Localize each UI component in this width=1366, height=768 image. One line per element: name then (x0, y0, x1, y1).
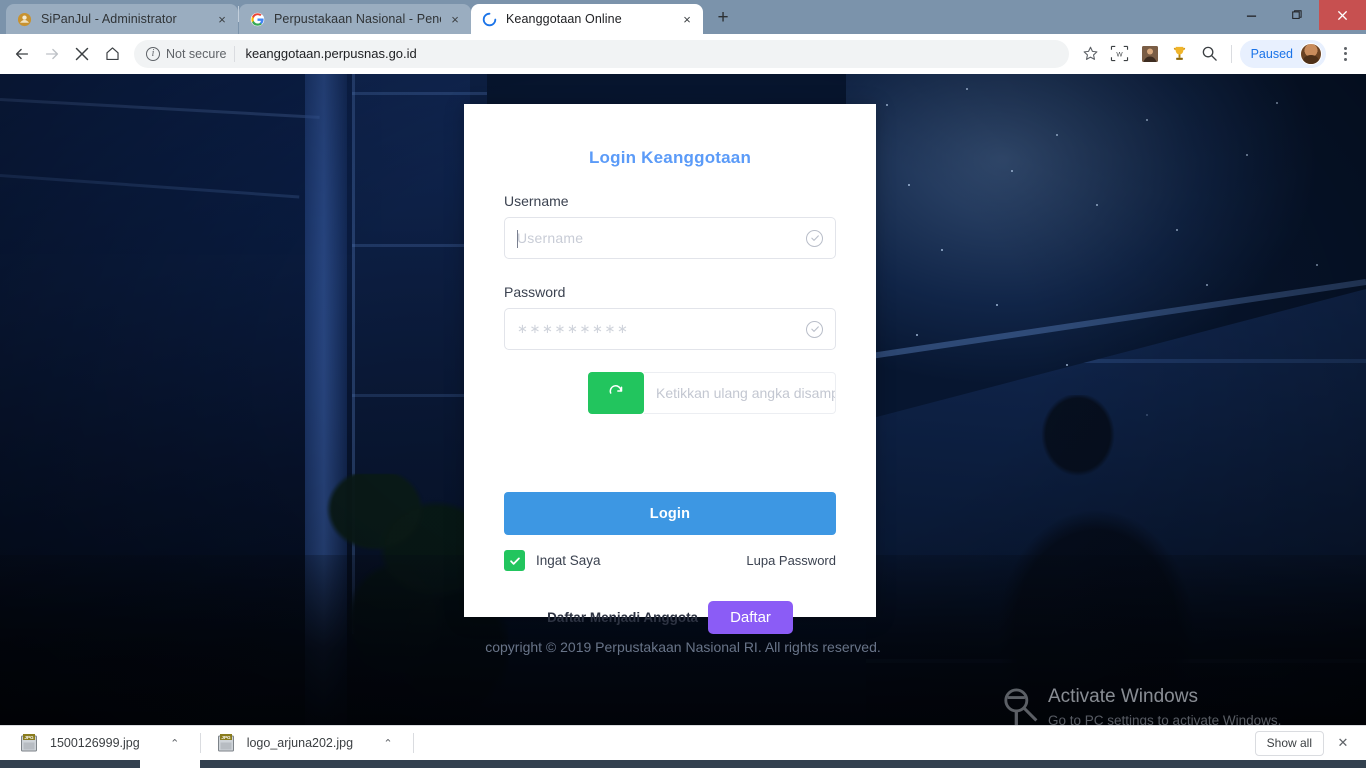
screenshot-extension-icon[interactable]: W (1107, 41, 1133, 67)
login-card: Login Keanggotaan Username Password ∗∗∗∗… (464, 104, 876, 634)
avatar (1300, 42, 1322, 65)
windows-taskbar (0, 760, 1366, 768)
shelf-divider (413, 733, 415, 753)
register-button[interactable]: Daftar (708, 601, 793, 634)
register-row: Daftar Menjadi Anggota Daftar (504, 601, 836, 634)
browser-tab-1[interactable]: SiPanJul - Administrator × (6, 4, 238, 34)
jpg-file-icon: JPG (20, 733, 38, 753)
window-controls (1229, 0, 1366, 30)
close-window-button[interactable] (1319, 0, 1366, 30)
browser-window: SiPanJul - Administrator × Perpustakaan … (0, 0, 1366, 768)
download-item-2-name: logo_arjuna202.jpg (246, 736, 354, 750)
svg-text:JPG: JPG (24, 735, 34, 740)
home-icon[interactable] (98, 40, 126, 68)
remember-me-label: Ingat Saya (536, 553, 601, 568)
browser-tab-3-close-icon[interactable]: × (679, 11, 695, 27)
shelf-divider (199, 733, 201, 753)
toolbar-divider (1230, 44, 1232, 63)
show-all-downloads-button[interactable]: Show all (1254, 730, 1324, 756)
username-label: Username (504, 193, 569, 209)
extension-icons: W (1107, 41, 1223, 67)
shelf-right-controls: Show all ✕ (1254, 730, 1358, 756)
browser-tab-3-title: Keanggotaan Online (506, 12, 622, 26)
search-extension-icon[interactable] (1197, 41, 1223, 67)
download-item-1-menu-icon[interactable]: ⌃ (166, 737, 184, 750)
login-button[interactable]: Login (504, 492, 836, 535)
password-label: Password (504, 284, 566, 300)
maximize-button[interactable] (1274, 0, 1319, 30)
download-item-2[interactable]: JPG logo_arjuna202.jpg ⌃ (205, 726, 409, 761)
info-circle-icon[interactable]: i (146, 46, 160, 61)
page-title: Login Keanggotaan (588, 148, 752, 167)
captcha-refresh-button[interactable] (588, 372, 644, 414)
trophy-extension-icon[interactable] (1167, 41, 1193, 67)
download-item-2-menu-icon[interactable]: ⌃ (379, 737, 397, 750)
loading-spinner-icon (481, 11, 497, 27)
taskbar-active-window-indicator (140, 760, 200, 768)
tab-strip: SiPanJul - Administrator × Perpustakaan … (0, 0, 1366, 34)
download-item-1-name: 1500126999.jpg (50, 736, 140, 750)
browser-tab-3[interactable]: Keanggotaan Online × (471, 4, 703, 34)
download-item-1[interactable]: JPG 1500126999.jpg ⌃ (8, 726, 196, 761)
browser-toolbar: i Not secure keanggotaan.perpusnas.go.id… (0, 34, 1366, 74)
password-field[interactable]: ∗∗∗∗∗∗∗∗∗ (504, 308, 836, 350)
check-circle-icon (806, 320, 823, 338)
captcha-input[interactable] (656, 385, 835, 401)
register-prompt-label: Daftar Menjadi Anggota (547, 610, 699, 625)
download-shelf: JPG 1500126999.jpg ⌃ JPG logo_arjuna202.… (0, 725, 1366, 760)
check-circle-icon (806, 229, 823, 247)
browser-tab-1-title: SiPanJul - Administrator (41, 12, 177, 26)
svg-text:W: W (1116, 51, 1123, 58)
username-field[interactable] (504, 217, 836, 259)
captcha-row (504, 372, 836, 414)
svg-text:JPG: JPG (221, 735, 231, 740)
sipanjul-icon (16, 11, 32, 27)
google-icon (249, 11, 265, 27)
browser-tab-1-close-icon[interactable]: × (214, 11, 230, 27)
forgot-password-link[interactable]: Lupa Password (746, 553, 836, 568)
omnibox-divider (234, 45, 236, 62)
photo-extension-icon[interactable] (1137, 41, 1163, 67)
back-icon[interactable] (8, 40, 36, 68)
address-bar[interactable]: i Not secure keanggotaan.perpusnas.go.id (134, 39, 1069, 68)
browser-tab-2-title: Perpustakaan Nasional - Penelus (274, 12, 441, 26)
bookmark-star-icon[interactable] (1077, 40, 1105, 68)
new-tab-button[interactable]: + (709, 4, 737, 32)
remember-me-checkbox[interactable] (504, 550, 525, 571)
page-viewport: Login Keanggotaan Username Password ∗∗∗∗… (0, 74, 1366, 725)
password-placeholder-text: ∗∗∗∗∗∗∗∗∗ (517, 321, 630, 336)
sync-paused-label: Paused (1250, 46, 1293, 61)
stop-loading-icon[interactable] (68, 40, 96, 68)
username-input[interactable] (517, 230, 798, 246)
jpg-file-icon: JPG (217, 733, 235, 753)
text-caret (517, 230, 518, 248)
browser-tab-2[interactable]: Perpustakaan Nasional - Penelus × (239, 4, 471, 34)
minimize-button[interactable] (1229, 0, 1274, 30)
url-text: keanggotaan.perpusnas.go.id (245, 46, 417, 61)
remember-row: Ingat Saya Lupa Password (504, 550, 836, 571)
profile-button[interactable]: Paused (1239, 39, 1326, 68)
copyright-text: copyright © 2019 Perpustakaan Nasional R… (485, 639, 881, 655)
close-shelf-icon[interactable]: ✕ (1332, 735, 1354, 751)
captcha-field[interactable] (644, 372, 836, 414)
chrome-menu-icon[interactable] (1332, 46, 1358, 61)
browser-tab-2-close-icon[interactable]: × (447, 11, 463, 27)
security-status-label: Not secure (166, 46, 227, 61)
forward-icon (38, 40, 66, 68)
